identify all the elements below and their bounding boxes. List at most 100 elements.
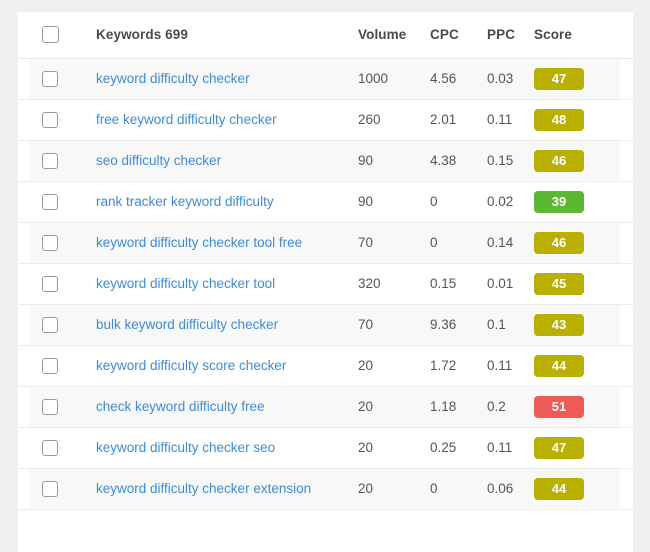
keyword-link[interactable]: check keyword difficulty free [96,399,265,414]
ppc-value: 0.15 [487,153,514,168]
table-row[interactable]: free keyword difficulty checker 260 2.01 0.… [18,99,633,141]
score-cell: 47 [534,427,633,469]
volume-cell: 90 [358,181,430,223]
keyword-link[interactable]: free keyword difficulty checker [96,112,277,127]
keyword-cell: seo difficulty checker [96,140,358,182]
score-cell: 46 [534,140,633,182]
volume-cell: 1000 [358,58,430,100]
cpc-value: 2.01 [430,112,457,127]
column-header-keywords[interactable]: Keywords 699 [96,12,358,59]
keyword-link[interactable]: keyword difficulty checker tool free [96,235,302,250]
ppc-cell: 0.11 [487,427,534,469]
table-header: Keywords 699 Volume CPC PPC Score [18,12,633,59]
cpc-value: 0.25 [430,440,457,455]
keyword-cell: keyword difficulty checker [96,58,358,100]
table-body: keyword difficulty checker 1000 4.56 0.03 47… [18,58,633,510]
ppc-value: 0.03 [487,71,514,86]
volume-cell: 70 [358,304,430,346]
volume-value: 70 [358,317,374,332]
ppc-cell: 0.01 [487,263,534,305]
cpc-value: 0.15 [430,276,457,291]
ppc-cell: 0.2 [487,386,534,428]
column-header-volume[interactable]: Volume [358,12,430,59]
ppc-value: 0.02 [487,194,514,209]
row-select-cell [18,58,96,100]
row-checkbox[interactable] [42,193,58,210]
row-checkbox[interactable] [42,152,58,169]
keyword-link[interactable]: seo difficulty checker [96,153,221,168]
score-cell: 51 [534,386,633,428]
keyword-cell: free keyword difficulty checker [96,99,358,141]
table-row[interactable]: keyword difficulty checker seo 20 0.25 0.11… [18,427,633,469]
row-checkbox[interactable] [42,480,58,497]
ppc-cell: 0.06 [487,468,534,510]
select-all-checkbox[interactable] [42,26,59,44]
cpc-value: 0 [430,481,438,496]
row-checkbox[interactable] [42,439,58,456]
score-badge: 47 [534,436,584,459]
table-row[interactable]: rank tracker keyword difficulty 90 0 0.02 39 [18,181,633,223]
volume-value: 20 [358,440,374,455]
volume-value: 260 [358,112,381,127]
keyword-link[interactable]: keyword difficulty checker tool [96,276,275,291]
ppc-value: 0.11 [487,112,513,127]
row-checkbox[interactable] [42,275,58,292]
volume-cell: 90 [358,140,430,182]
row-checkbox[interactable] [42,234,58,251]
ppc-value: 0.11 [487,358,513,373]
ppc-cell: 0.15 [487,140,534,182]
table-row[interactable]: check keyword difficulty free 20 1.18 0.2 51 [18,386,633,428]
score-cell: 39 [534,181,633,223]
keyword-link[interactable]: keyword difficulty checker extension [96,481,311,496]
cpc-cell: 0 [430,181,487,223]
column-header-score[interactable]: Score [534,12,633,59]
row-checkbox[interactable] [42,357,58,374]
row-select-cell [18,468,96,510]
ppc-cell: 0.14 [487,222,534,264]
keyword-cell: rank tracker keyword difficulty [96,181,358,223]
score-badge: 43 [534,313,584,336]
score-cell: 46 [534,222,633,264]
table-row[interactable]: bulk keyword difficulty checker 70 9.36 0.1… [18,304,633,346]
ppc-cell: 0.11 [487,99,534,141]
keyword-link[interactable]: rank tracker keyword difficulty [96,194,274,209]
table-row[interactable]: seo difficulty checker 90 4.38 0.15 46 [18,140,633,182]
keywords-table-card: Keywords 699 Volume CPC PPC Score keywor… [18,12,633,552]
cpc-value: 0 [430,235,438,250]
column-header-cpc[interactable]: CPC [430,12,487,59]
volume-value: 90 [358,153,374,168]
table-row[interactable]: keyword difficulty checker tool free 70 0 0… [18,222,633,264]
volume-cell: 260 [358,99,430,141]
table-row[interactable]: keyword difficulty checker extension 20 0 0… [18,468,633,510]
volume-cell: 70 [358,222,430,264]
score-badge: 39 [534,190,584,213]
table-row[interactable]: keyword difficulty score checker 20 1.72 0.… [18,345,633,387]
keywords-table: Keywords 699 Volume CPC PPC Score keywor… [18,12,633,510]
row-select-cell [18,345,96,387]
keyword-cell: check keyword difficulty free [96,386,358,428]
cpc-cell: 0.25 [430,427,487,469]
row-checkbox[interactable] [42,70,58,87]
keyword-link[interactable]: bulk keyword difficulty checker [96,317,278,332]
volume-value: 20 [358,358,374,373]
keyword-cell: keyword difficulty checker tool [96,263,358,305]
page: Keywords 699 Volume CPC PPC Score keywor… [0,0,650,552]
volume-cell: 20 [358,427,430,469]
table-row[interactable]: keyword difficulty checker 1000 4.56 0.03 47 [18,58,633,100]
score-cell: 45 [534,263,633,305]
row-checkbox[interactable] [42,111,58,128]
ppc-cell: 0.11 [487,345,534,387]
column-header-ppc[interactable]: PPC [487,12,534,59]
keyword-link[interactable]: keyword difficulty checker [96,71,250,86]
cpc-cell: 4.38 [430,140,487,182]
cpc-value: 1.18 [430,399,457,414]
table-row[interactable]: keyword difficulty checker tool 320 0.15 0.… [18,263,633,305]
score-cell: 44 [534,345,633,387]
cpc-cell: 0 [430,468,487,510]
keyword-cell: keyword difficulty score checker [96,345,358,387]
keyword-link[interactable]: keyword difficulty checker seo [96,440,275,455]
row-checkbox[interactable] [42,398,58,415]
keyword-link[interactable]: keyword difficulty score checker [96,358,286,373]
row-select-cell [18,140,96,182]
row-checkbox[interactable] [42,316,58,333]
